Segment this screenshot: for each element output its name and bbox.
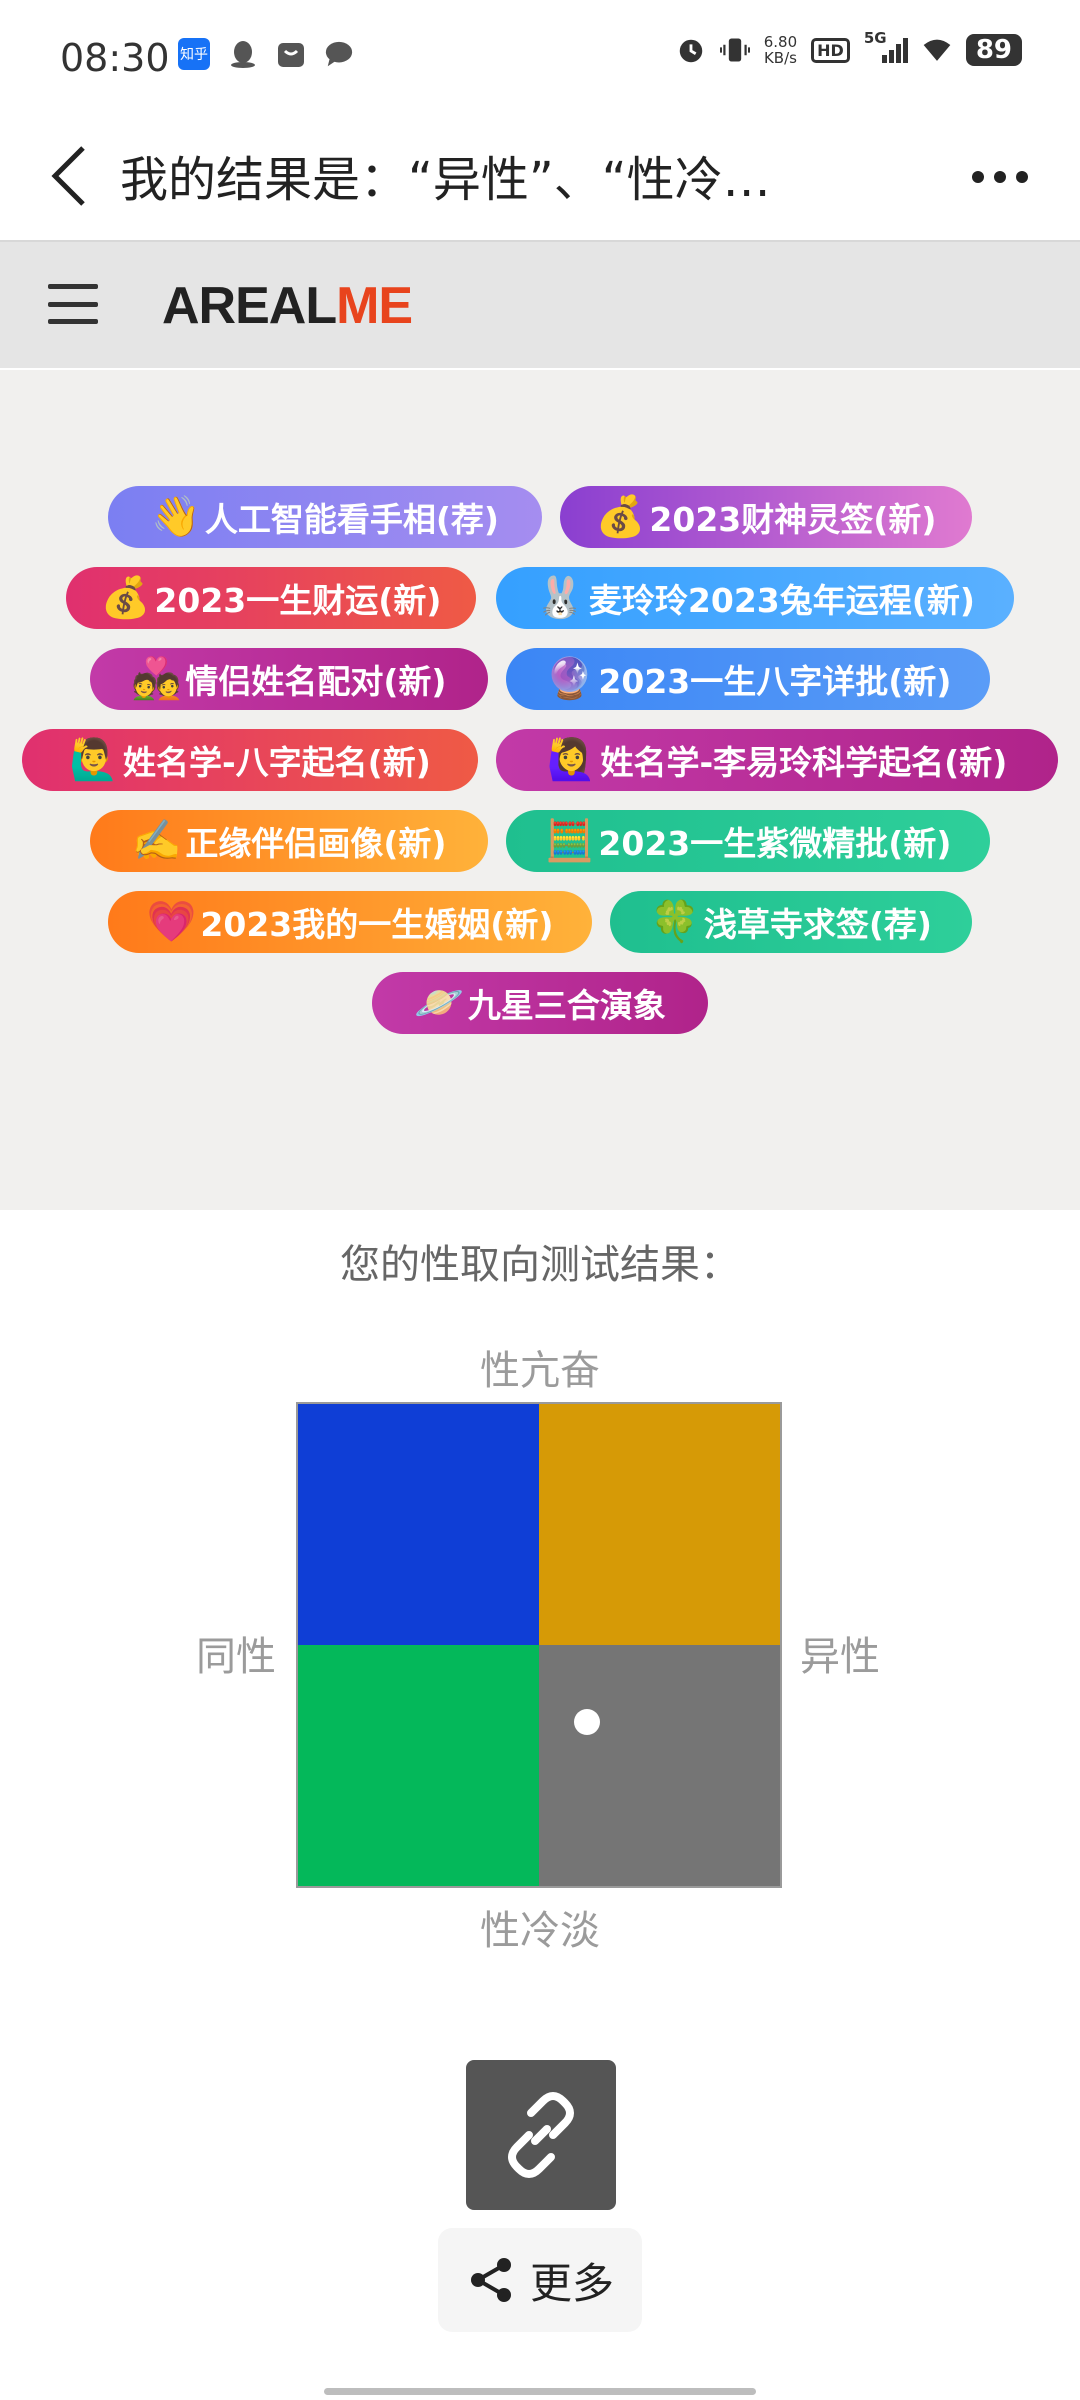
qq-icon bbox=[228, 39, 258, 69]
menu-icon[interactable] bbox=[48, 284, 98, 324]
quadrant-top-left bbox=[298, 1404, 539, 1645]
dot-icon bbox=[994, 171, 1006, 183]
pill-emoji: 💗 bbox=[146, 899, 197, 945]
promo-pill[interactable]: 💑 情侣姓名配对(新) bbox=[90, 648, 488, 710]
promo-links: 👋 人工智能看手相(荐) 💰 2023财神灵签(新) 💰 2023一生财运(新) 🐰 麦… bbox=[0, 370, 1080, 1210]
pill-label: 人工智能看手相(荐) bbox=[204, 500, 499, 539]
page-title: 我的结果是：“异性”、“性冷… bbox=[120, 152, 771, 208]
wifi-icon bbox=[922, 35, 952, 65]
site-navbar: AREALME bbox=[0, 242, 1080, 368]
promo-pill[interactable]: 🙋‍♀️ 姓名学-李易玲科学起名(新) bbox=[496, 729, 1058, 791]
promo-pill[interactable]: 💰 2023财神灵签(新) bbox=[560, 486, 972, 548]
link-icon bbox=[508, 2092, 574, 2178]
hd-badge: HD bbox=[811, 37, 850, 63]
bottom-axis-label: 性冷淡 bbox=[480, 1908, 600, 1954]
pill-label: 麦玲玲2023兔年运程(新) bbox=[588, 581, 975, 620]
app-header: 我的结果是：“异性”、“性冷… bbox=[0, 112, 1080, 242]
pill-label: 2023一生八字详批(新) bbox=[598, 662, 952, 701]
back-arrow-icon bbox=[51, 146, 85, 206]
promo-pill[interactable]: 💰 2023一生财运(新) bbox=[66, 567, 476, 629]
pill-emoji: 🧮 bbox=[544, 818, 595, 864]
pill-label: 正缘伴侣画像(新) bbox=[185, 824, 447, 863]
vibrate-icon bbox=[719, 35, 750, 65]
left-axis-label: 同性 bbox=[196, 1634, 276, 1680]
system-icons: 6.80 KB/s HD 5G 89 bbox=[676, 29, 1022, 67]
pill-emoji: 🍀 bbox=[650, 899, 700, 945]
shopping-bag-icon bbox=[276, 39, 306, 69]
zhihu-icon: 知乎 bbox=[178, 38, 210, 70]
site-logo[interactable]: AREALME bbox=[162, 276, 413, 336]
share-more-button[interactable]: 更多 bbox=[438, 2228, 642, 2332]
pill-emoji: 💰 bbox=[100, 575, 151, 621]
copy-link-button[interactable] bbox=[466, 2060, 616, 2210]
pill-label: 2023财神灵签(新) bbox=[649, 500, 937, 539]
top-axis-label: 性亢奋 bbox=[480, 1348, 600, 1394]
dot-icon bbox=[1016, 171, 1028, 183]
quadrant-bottom-left bbox=[298, 1645, 539, 1886]
status-bar: 08:30 知乎 6.80 KB/s HD 5G 89 bbox=[0, 0, 1080, 112]
back-button[interactable] bbox=[34, 134, 104, 218]
status-time: 08:30 bbox=[60, 36, 170, 80]
pill-label: 姓名学-李易玲科学起名(新) bbox=[600, 743, 1008, 782]
notification-icons: 知乎 bbox=[178, 38, 354, 70]
right-axis-label: 异性 bbox=[800, 1634, 880, 1680]
promo-pill[interactable]: 🐰 麦玲玲2023兔年运程(新) bbox=[496, 567, 1014, 629]
share-label: 更多 bbox=[529, 2258, 614, 2308]
chat-bubble-icon bbox=[324, 39, 354, 69]
pill-emoji: 🔮 bbox=[544, 656, 595, 702]
promo-pill[interactable]: ✍️ 正缘伴侣画像(新) bbox=[90, 810, 488, 872]
promo-pill[interactable]: 🔮 2023一生八字详批(新) bbox=[506, 648, 990, 710]
pill-label: 九星三合演象 bbox=[467, 986, 666, 1025]
promo-pill[interactable]: 👋 人工智能看手相(荐) bbox=[108, 486, 542, 548]
pill-label: 2023一生财运(新) bbox=[154, 581, 442, 620]
dot-icon bbox=[972, 171, 984, 183]
pill-emoji: 🙋‍♂️ bbox=[69, 737, 119, 783]
alarm-icon bbox=[676, 35, 706, 65]
pill-emoji: 🐰 bbox=[535, 575, 585, 621]
pill-emoji: 🪐 bbox=[414, 980, 464, 1026]
pill-label: 浅草寺求签(荐) bbox=[703, 905, 932, 944]
more-options-button[interactable] bbox=[960, 152, 1040, 202]
network-speed: 6.80 KB/s bbox=[763, 33, 798, 67]
promo-pill[interactable]: 🪐 九星三合演象 bbox=[372, 972, 708, 1034]
pill-label: 2023我的一生婚姻(新) bbox=[200, 905, 554, 944]
pill-emoji: 🙋‍♀️ bbox=[546, 737, 597, 783]
pill-emoji: 💰 bbox=[595, 494, 646, 540]
signal-icon: 5G bbox=[864, 29, 908, 65]
result-title: 您的性取向测试结果： bbox=[340, 1242, 740, 1288]
promo-pill[interactable]: 💗 2023我的一生婚姻(新) bbox=[108, 891, 592, 953]
quadrant-top-right bbox=[539, 1404, 780, 1645]
pill-emoji: 👋 bbox=[151, 494, 201, 540]
pill-label: 情侣姓名配对(新) bbox=[185, 662, 447, 701]
home-indicator[interactable] bbox=[324, 2388, 756, 2395]
pill-label: 2023一生紫微精批(新) bbox=[598, 824, 952, 863]
promo-pill[interactable]: 🙋‍♂️ 姓名学-八字起名(新) bbox=[22, 729, 478, 791]
pill-emoji: ✍️ bbox=[131, 818, 182, 864]
pill-label: 姓名学-八字起名(新) bbox=[122, 743, 431, 782]
battery-indicator: 89 bbox=[965, 34, 1022, 66]
orientation-chart bbox=[296, 1402, 782, 1888]
share-icon bbox=[470, 2258, 511, 2302]
pill-emoji: 💑 bbox=[131, 656, 182, 702]
promo-pill[interactable]: 🍀 浅草寺求签(荐) bbox=[610, 891, 972, 953]
quadrant-bottom-right bbox=[539, 1645, 780, 1886]
promo-pill[interactable]: 🧮 2023一生紫微精批(新) bbox=[506, 810, 990, 872]
